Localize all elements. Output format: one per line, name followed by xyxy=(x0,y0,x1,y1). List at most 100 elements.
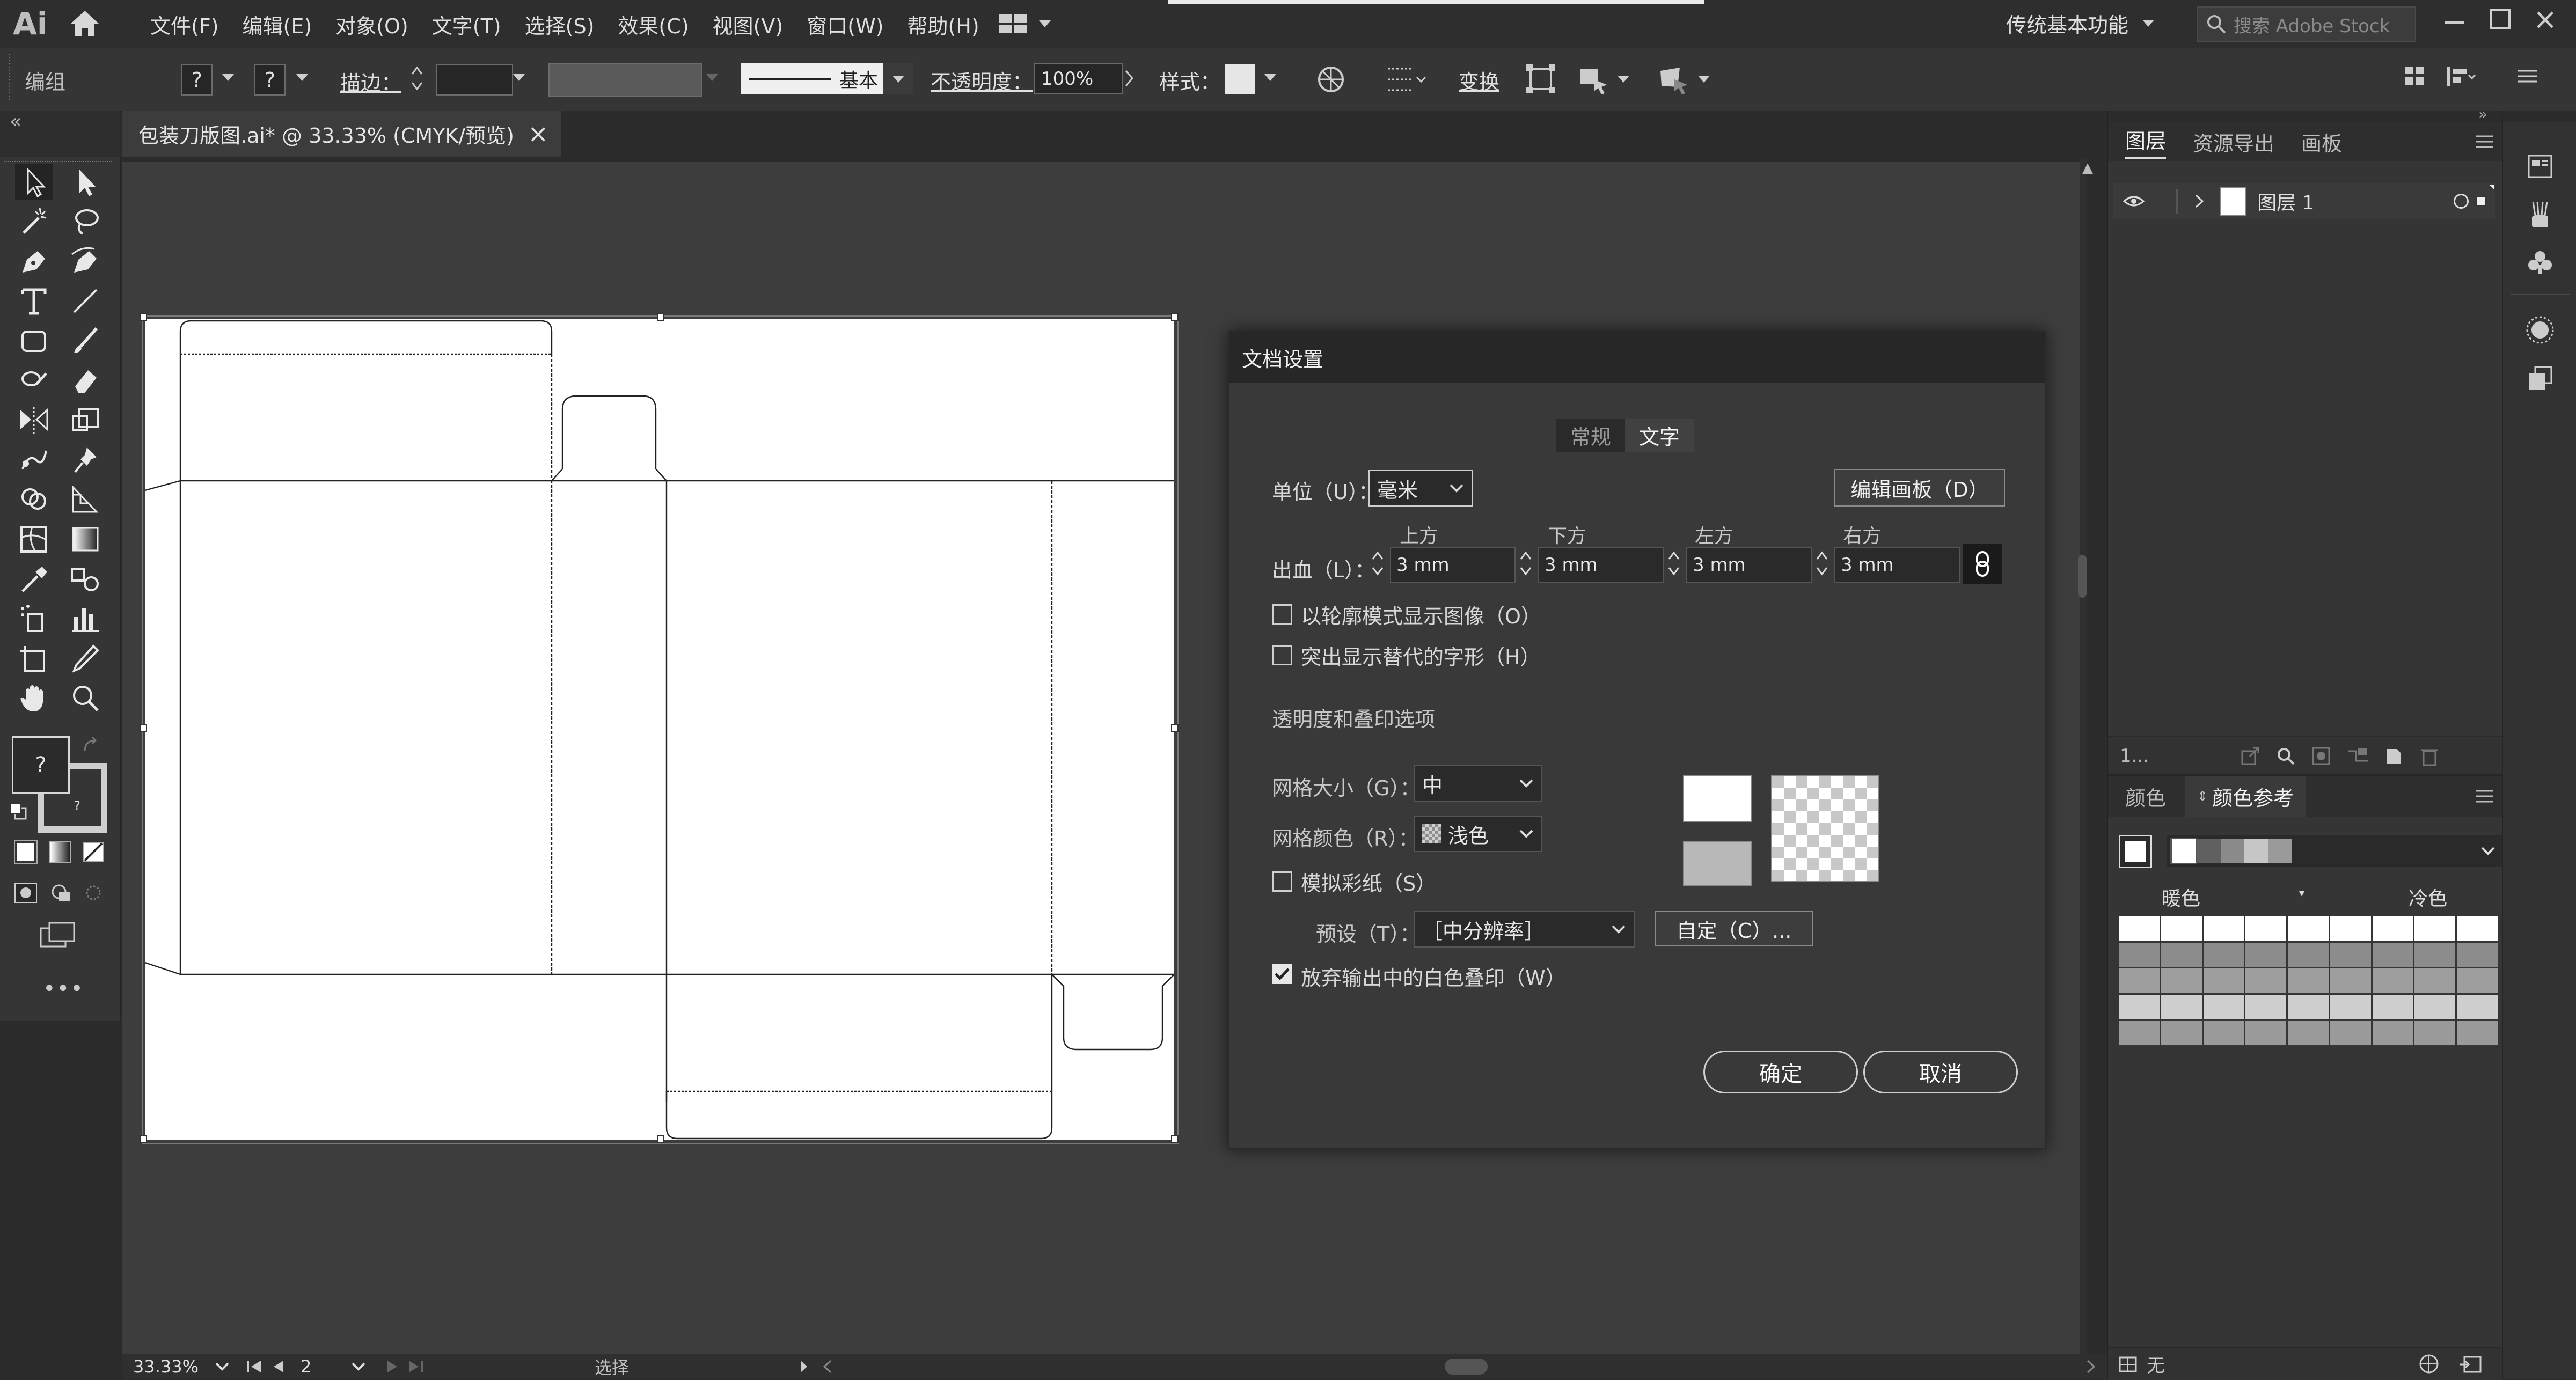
stock-search-field[interactable]: 搜索 Adobe Stock xyxy=(2197,6,2416,42)
save-color-group-icon[interactable] xyxy=(2459,1354,2483,1374)
slice-tool-icon[interactable] xyxy=(67,641,104,676)
opacity-label[interactable]: 不透明度： xyxy=(931,65,1033,95)
layer-row[interactable]: 图层 1 xyxy=(2113,183,2496,219)
envelope-menu-button[interactable] xyxy=(1658,63,1710,94)
variation-swatch[interactable] xyxy=(2457,942,2498,967)
transform-link[interactable]: 变换 xyxy=(1459,65,1499,95)
align-panel-icon[interactable] xyxy=(2445,64,2477,88)
variation-swatch[interactable] xyxy=(2330,1021,2371,1045)
variation-swatch[interactable] xyxy=(2288,1021,2329,1045)
variation-swatch[interactable] xyxy=(2288,916,2329,941)
fill-color-box[interactable]: ? xyxy=(12,736,70,794)
zoom-level[interactable]: 33.33% xyxy=(133,1356,199,1377)
collapse-toolbar-icon[interactable]: « xyxy=(10,111,21,133)
status-menu-icon[interactable] xyxy=(799,1359,809,1375)
menu-type[interactable]: 文字(T) xyxy=(432,10,501,39)
swatch-library-icon[interactable] xyxy=(2119,1354,2140,1374)
home-icon[interactable] xyxy=(69,9,101,39)
next-artboard-icon[interactable] xyxy=(385,1359,399,1375)
variation-swatch[interactable] xyxy=(2414,994,2456,1019)
variation-swatch[interactable] xyxy=(2457,994,2498,1019)
workspace-switcher[interactable]: 传统基本功能 xyxy=(2006,9,2155,38)
pin-tool-icon[interactable] xyxy=(67,442,104,478)
menu-window[interactable]: 窗口(W) xyxy=(807,10,883,39)
symbols-panel-icon[interactable] xyxy=(2527,249,2553,276)
variation-swatch[interactable] xyxy=(2203,1021,2244,1045)
scale-tool-icon[interactable] xyxy=(67,402,104,438)
magic-wand-tool-icon[interactable] xyxy=(15,204,53,239)
cancel-button[interactable]: 取消 xyxy=(1863,1051,2018,1093)
variation-swatch[interactable] xyxy=(2457,1021,2498,1045)
eye-icon[interactable] xyxy=(2123,194,2145,208)
variation-swatch[interactable] xyxy=(2330,916,2371,941)
bleed-top-input[interactable]: 3 mm xyxy=(1390,547,1516,583)
horizontal-scroll-thumb[interactable] xyxy=(1445,1359,1488,1375)
tab-color-guide-wrap[interactable]: ⇕ 颜色参考 xyxy=(2185,776,2306,817)
variation-swatch[interactable] xyxy=(2161,916,2202,941)
variation-swatch[interactable] xyxy=(2245,994,2287,1019)
stroke-label[interactable]: 描边： xyxy=(340,67,401,96)
gradient-tool-icon[interactable] xyxy=(67,522,104,557)
lasso-tool-icon[interactable] xyxy=(67,204,104,239)
variation-swatch[interactable] xyxy=(2372,1021,2413,1045)
highlight-glyphs-checkbox[interactable] xyxy=(1272,645,1292,665)
menu-file[interactable]: 文件(F) xyxy=(150,10,219,39)
gradient-mode-icon[interactable] xyxy=(49,841,71,863)
panel-menu-icon[interactable] xyxy=(2475,789,2494,804)
custom-button[interactable]: 自定（C）... xyxy=(1655,911,1813,946)
ok-button[interactable]: 确定 xyxy=(1703,1051,1858,1093)
column-graph-tool-icon[interactable] xyxy=(67,601,104,636)
color-mode-icon[interactable] xyxy=(14,840,38,864)
shaper-tool-icon[interactable] xyxy=(15,363,53,398)
variation-swatch[interactable] xyxy=(2119,916,2160,941)
last-artboard-icon[interactable] xyxy=(407,1359,424,1375)
selection-handle[interactable] xyxy=(140,1135,147,1143)
variation-swatch[interactable] xyxy=(2414,1021,2456,1045)
variation-swatch[interactable] xyxy=(2161,942,2202,967)
variation-swatch[interactable] xyxy=(2457,968,2498,993)
stroke-weight-input[interactable] xyxy=(436,64,513,96)
color-variations-grid[interactable] xyxy=(2119,916,2498,1045)
isolate-icon[interactable] xyxy=(1525,63,1556,94)
preset-select[interactable]: ［中分辨率］ xyxy=(1414,911,1635,948)
chevron-down-icon[interactable] xyxy=(296,74,308,81)
chevron-down-icon[interactable] xyxy=(222,74,234,81)
selection-handle[interactable] xyxy=(1171,724,1179,732)
selection-handle[interactable] xyxy=(1171,1135,1179,1143)
edit-artboards-button[interactable]: 编辑画板（D） xyxy=(1834,469,2005,507)
selection-handle[interactable] xyxy=(140,313,147,321)
paintbrush-tool-icon[interactable] xyxy=(67,323,104,358)
document-tab[interactable]: 包装刀版图.ai* @ 33.33% (CMYK/预览) × xyxy=(122,111,561,157)
make-clipping-mask-icon[interactable] xyxy=(2311,746,2331,766)
rectangle-tool-icon[interactable] xyxy=(15,323,53,358)
restore-icon[interactable] xyxy=(2490,9,2511,29)
selection-handle[interactable] xyxy=(657,1135,664,1143)
base-color-swatch[interactable] xyxy=(2119,835,2152,868)
mesh-tool-icon[interactable] xyxy=(15,522,53,557)
selection-handle[interactable] xyxy=(657,313,664,321)
bleed-left-input[interactable]: 3 mm xyxy=(1686,547,1812,583)
zoom-tool-icon[interactable] xyxy=(67,680,104,716)
appearance-panel-icon[interactable] xyxy=(2526,315,2555,344)
bleed-bottom-stepper[interactable] xyxy=(1518,546,1534,581)
shape-builder-tool-icon[interactable] xyxy=(15,482,53,517)
variation-swatch[interactable] xyxy=(2330,942,2371,967)
artboard-tool-icon[interactable] xyxy=(15,641,53,676)
reflect-tool-icon[interactable] xyxy=(15,402,53,438)
brush-definition[interactable]: 基本 xyxy=(741,63,913,94)
draw-normal-icon[interactable] xyxy=(13,881,39,905)
tab-general[interactable]: 常规 xyxy=(1556,419,1625,452)
menu-object[interactable]: 对象(O) xyxy=(335,10,408,39)
blend-tool-icon[interactable] xyxy=(67,561,104,597)
vertical-scrollbar[interactable] xyxy=(2080,157,2087,1354)
variation-swatch[interactable] xyxy=(2203,916,2244,941)
draw-inside-icon[interactable] xyxy=(83,881,104,905)
vertical-scroll-thumb[interactable] xyxy=(2078,555,2087,598)
chevron-down-icon[interactable] xyxy=(1264,74,1276,81)
artboard-number[interactable]: 2 xyxy=(301,1356,347,1377)
none-mode-icon[interactable] xyxy=(83,841,104,863)
screen-mode-icon[interactable] xyxy=(39,921,76,950)
menu-select[interactable]: 选择(S) xyxy=(525,10,595,39)
scroll-left-icon[interactable] xyxy=(822,1359,833,1375)
close-window-icon[interactable]: × xyxy=(2533,2,2557,36)
